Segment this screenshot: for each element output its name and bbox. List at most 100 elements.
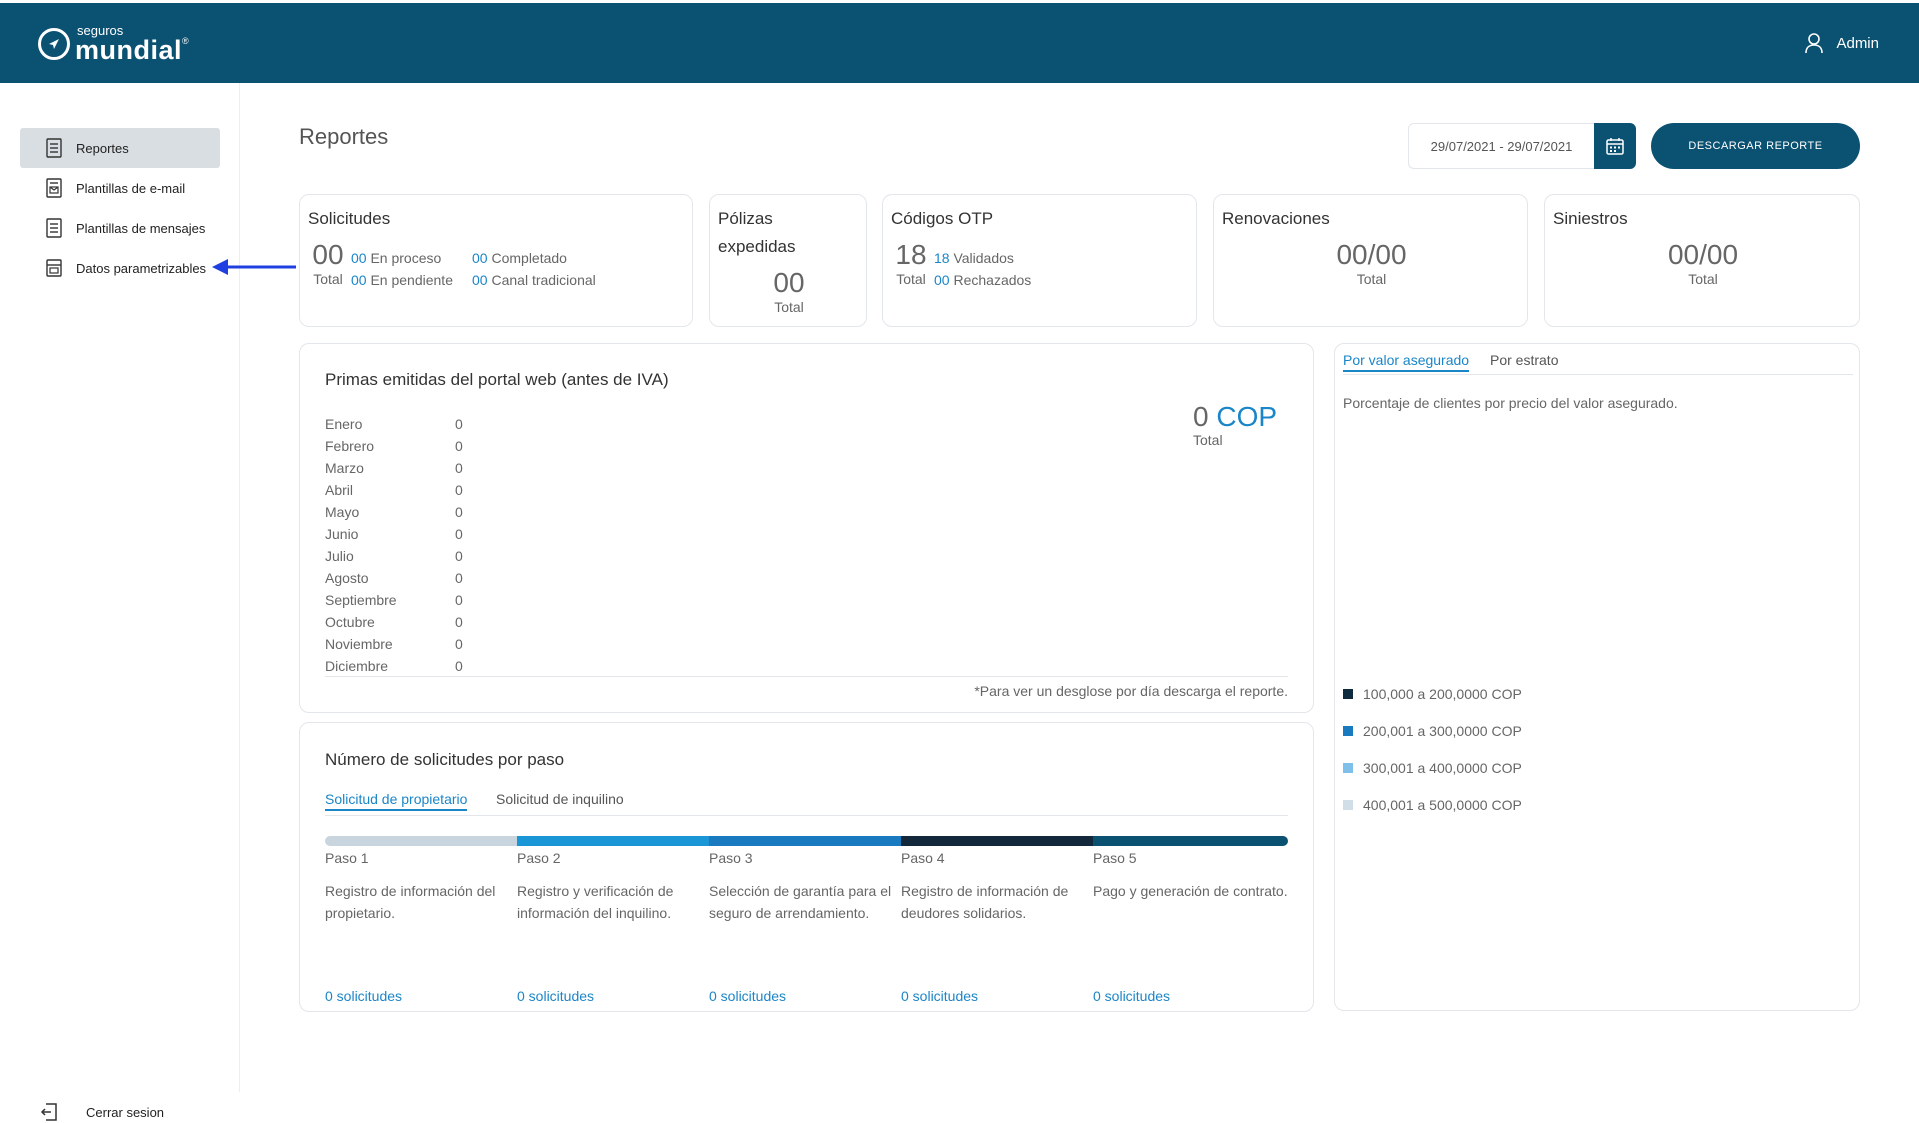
legend-item: 200,001 a 300,0000 COP xyxy=(1343,723,1522,739)
logout-icon xyxy=(40,1103,57,1121)
top-edge xyxy=(0,0,1919,3)
step-label: Paso 3 xyxy=(709,850,753,866)
pendiente-label: En pendiente xyxy=(370,272,453,288)
step-bar xyxy=(1093,836,1288,846)
sidebar-item-reportes[interactable]: Reportes xyxy=(20,128,220,168)
canal-value: 00 xyxy=(472,272,488,288)
step-desc: Registro y verificación de información d… xyxy=(517,883,674,921)
month-row: Diciembre 0 xyxy=(325,655,463,677)
month-value: 0 xyxy=(455,548,463,564)
step-count[interactable]: 0 solicitudes xyxy=(901,988,978,1004)
step-count[interactable]: 0 solicitudes xyxy=(517,988,594,1004)
polizas-title-line2: expedidas xyxy=(718,237,796,256)
sidebar-item-label: Reportes xyxy=(76,140,129,156)
tab-solicitud-inquilino[interactable]: Solicitud de inquilino xyxy=(496,791,624,807)
card-title: Solicitudes xyxy=(308,209,391,228)
divider xyxy=(325,676,1288,677)
completado-label: Completado xyxy=(491,250,567,266)
legend-swatch xyxy=(1343,726,1353,736)
logo-big: mundial xyxy=(75,35,183,65)
otp-total-label: Total xyxy=(896,271,926,287)
clientes-description: Porcentaje de clientes por precio del va… xyxy=(1343,395,1678,411)
card-title: Pólizas expedidas xyxy=(718,205,796,261)
month-value: 0 xyxy=(455,636,463,652)
polizas-title-line1: Pólizas xyxy=(718,209,773,228)
step-count[interactable]: 0 solicitudes xyxy=(1093,988,1170,1004)
user-name: Admin xyxy=(1836,34,1879,52)
month-name: Abril xyxy=(325,482,354,498)
date-range-input[interactable]: 29/07/2021 - 29/07/2021 xyxy=(1408,123,1594,169)
month-name: Noviembre xyxy=(325,636,393,652)
logo[interactable]: seguros mundial® xyxy=(38,24,189,64)
user-menu[interactable]: Admin xyxy=(1804,32,1879,54)
validados-value: 18 xyxy=(934,250,950,266)
month-value: 0 xyxy=(455,658,463,674)
step-bar xyxy=(901,836,1093,846)
legend-item: 100,000 a 200,0000 COP xyxy=(1343,686,1522,702)
card-primas: Primas emitidas del portal web (antes de… xyxy=(299,343,1314,713)
month-row: Abril 0 xyxy=(325,479,463,501)
step-count[interactable]: 0 solicitudes xyxy=(709,988,786,1004)
rechazados-label: Rechazados xyxy=(953,272,1032,288)
legend-swatch xyxy=(1343,763,1353,773)
legend-label: 100,000 a 200,0000 COP xyxy=(1363,686,1522,702)
step-5: Paso 5 Pago y generación de contrato. xyxy=(1093,836,1288,902)
otp-total: 18 xyxy=(895,239,927,270)
step-count[interactable]: 0 solicitudes xyxy=(325,988,402,1004)
top-bar: seguros mundial® Admin xyxy=(0,0,1919,83)
primas-total: 0 COP Total xyxy=(1193,402,1277,449)
page-title: Reportes xyxy=(299,124,389,149)
sidebar-item-datos-parametrizables[interactable]: Datos parametrizables xyxy=(20,248,220,288)
month-row: Enero 0 xyxy=(325,413,463,435)
month-row: Marzo 0 xyxy=(325,457,463,479)
step-label: Paso 2 xyxy=(517,850,561,866)
logout-button[interactable]: Cerrar sesion xyxy=(40,1101,164,1123)
tab-por-valor-asegurado[interactable]: Por valor asegurado xyxy=(1343,352,1470,372)
step-bar xyxy=(709,836,901,846)
legend-item: 400,001 a 500,0000 COP xyxy=(1343,797,1522,813)
sidebar-item-plantillas-email[interactable]: Plantillas de e-mail xyxy=(20,168,220,208)
month-name: Marzo xyxy=(325,460,364,476)
card-title: Siniestros xyxy=(1553,209,1628,228)
tab-por-estrato[interactable]: Por estrato xyxy=(1490,352,1558,368)
logo-text: seguros mundial® xyxy=(75,24,189,64)
annotation-arrow xyxy=(212,259,296,275)
step-desc: Selección de garantía para el seguro de … xyxy=(709,883,892,921)
solicitudes-total: 00 xyxy=(312,239,344,270)
month-value: 0 xyxy=(455,614,463,630)
month-row: Febrero 0 xyxy=(325,435,463,457)
rechazados-value: 00 xyxy=(934,272,950,288)
calendar-button[interactable] xyxy=(1594,123,1636,169)
data-icon xyxy=(44,258,64,278)
month-value: 0 xyxy=(455,504,463,520)
sidebar-item-plantillas-mensajes[interactable]: Plantillas de mensajes xyxy=(20,208,220,248)
renovaciones-label: Total xyxy=(1356,271,1387,287)
month-value: 0 xyxy=(455,438,463,454)
month-name: Octubre xyxy=(325,614,375,630)
sidebar: Reportes Plantillas de e-mail Plantillas… xyxy=(0,83,240,1121)
step-bar xyxy=(517,836,709,846)
card-pasos: Número de solicitudes por paso Solicitud… xyxy=(299,722,1314,1012)
tab-divider xyxy=(1343,374,1853,375)
sidebar-item-label: Plantillas de e-mail xyxy=(76,180,186,196)
month-row: Mayo 0 xyxy=(325,501,463,523)
card-siniestros: Siniestros 00/00 Total xyxy=(1544,194,1860,327)
month-value: 0 xyxy=(455,482,463,498)
step-desc: Registro de información de deudores soli… xyxy=(901,883,1069,921)
step-label: Paso 4 xyxy=(901,850,945,866)
completado-value: 00 xyxy=(472,250,488,266)
primas-footnote: *Para ver un desglose por día descarga e… xyxy=(974,683,1288,699)
month-name: Febrero xyxy=(325,438,375,454)
month-row: Septiembre 0 xyxy=(325,589,463,611)
step-label: Paso 1 xyxy=(325,850,369,866)
legend-swatch xyxy=(1343,800,1353,810)
card-title: Códigos OTP xyxy=(891,209,994,228)
step-2: Paso 2 Registro y verificación de inform… xyxy=(517,836,709,924)
download-report-button[interactable]: DESCARGAR REPORTE xyxy=(1651,123,1860,169)
month-row: Junio 0 xyxy=(325,523,463,545)
tab-solicitud-propietario[interactable]: Solicitud de propietario xyxy=(325,791,468,811)
step-label: Paso 5 xyxy=(1093,850,1137,866)
month-row: Agosto 0 xyxy=(325,567,463,589)
month-name: Mayo xyxy=(325,504,360,520)
card-otp: Códigos OTP 18 Total 18 Validados 00 Rec… xyxy=(882,194,1197,327)
